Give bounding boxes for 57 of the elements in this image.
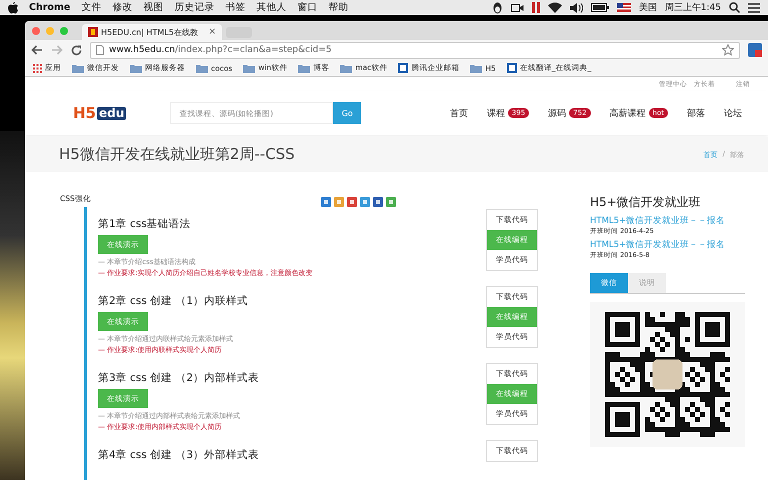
volume-icon[interactable]: [570, 2, 583, 12]
folder-icon: [130, 64, 142, 72]
pause-icon[interactable]: [532, 2, 540, 13]
folder-icon: [196, 64, 208, 72]
folder-icon: [340, 64, 352, 72]
share-icon[interactable]: [372, 197, 383, 207]
star-icon[interactable]: [722, 44, 734, 56]
page-title: H5微信开发在线就业班第2周--CSS: [59, 145, 295, 164]
apple-logo-icon[interactable]: [8, 2, 18, 14]
nav-link[interactable]: 高薪课程: [610, 106, 646, 120]
share-icon[interactable]: [360, 197, 370, 207]
menu-item[interactable]: 视图: [143, 1, 164, 14]
share-icon[interactable]: [386, 197, 396, 207]
nav-link[interactable]: 论坛: [724, 106, 742, 120]
page-icon: [506, 63, 517, 73]
camera-icon[interactable]: [510, 2, 524, 12]
menu-item[interactable]: 书签: [225, 1, 246, 14]
folder-icon: [72, 64, 84, 72]
browser-tab[interactable]: H5EDU.cn| HTML5在线教 ×: [82, 24, 222, 40]
site-logo[interactable]: H5 edu: [73, 104, 126, 122]
folder-icon: [298, 64, 310, 72]
folder-icon: [470, 64, 482, 72]
menu-item[interactable]: 历史记录: [174, 1, 214, 14]
folder-icon: [243, 64, 256, 72]
chapter-title: 第4章 css 创建 （3）外部样式表: [98, 448, 260, 463]
menu-item[interactable]: 修改: [112, 1, 132, 14]
nav-link[interactable]: 源码: [548, 106, 566, 120]
favicon-icon: [88, 27, 98, 37]
app-menu[interactable]: Chrome: [29, 2, 70, 13]
page-icon: [398, 63, 408, 73]
chapter-title: 第3章 css 创建 （2）内部样式表: [98, 371, 260, 386]
flag-icon[interactable]: [616, 3, 631, 12]
menu-item[interactable]: 窗口: [297, 1, 318, 14]
reload-icon[interactable]: [71, 44, 82, 56]
wifi-icon[interactable]: [548, 2, 562, 13]
nav-link[interactable]: 首页: [450, 106, 468, 120]
share-icon[interactable]: [320, 197, 331, 207]
back-arrow-icon[interactable]: [31, 45, 43, 55]
penguin-icon[interactable]: [492, 2, 503, 14]
chapter-title: 第1章 css基础语法: [98, 217, 192, 232]
nav-link[interactable]: 课程: [486, 106, 505, 120]
search-icon[interactable]: [729, 2, 740, 13]
clock[interactable]: 周三上午1:45: [664, 1, 721, 14]
menu-item[interactable]: 帮助: [328, 1, 348, 14]
nav-link[interactable]: 部落: [687, 106, 705, 120]
apps-grid-icon: [33, 64, 42, 72]
share-icon[interactable]: [346, 197, 357, 207]
input-source-label[interactable]: 美国: [638, 1, 657, 14]
list-icon[interactable]: [748, 2, 760, 12]
chapter-title: 第2章 css 创建 （1）内联样式: [98, 294, 250, 309]
battery-icon[interactable]: [590, 3, 609, 12]
close-tab-button[interactable]: ×: [208, 27, 216, 37]
menu-item[interactable]: 其他人: [256, 1, 286, 14]
sidebar-heading: H5+微信开发就业班: [590, 194, 702, 211]
page-icon: [96, 45, 104, 55]
menu-item[interactable]: 文件: [81, 1, 102, 14]
address-bar[interactable]: www.h5edu.cn/index.php?c=clan&a=step&cid=5: [90, 42, 740, 58]
